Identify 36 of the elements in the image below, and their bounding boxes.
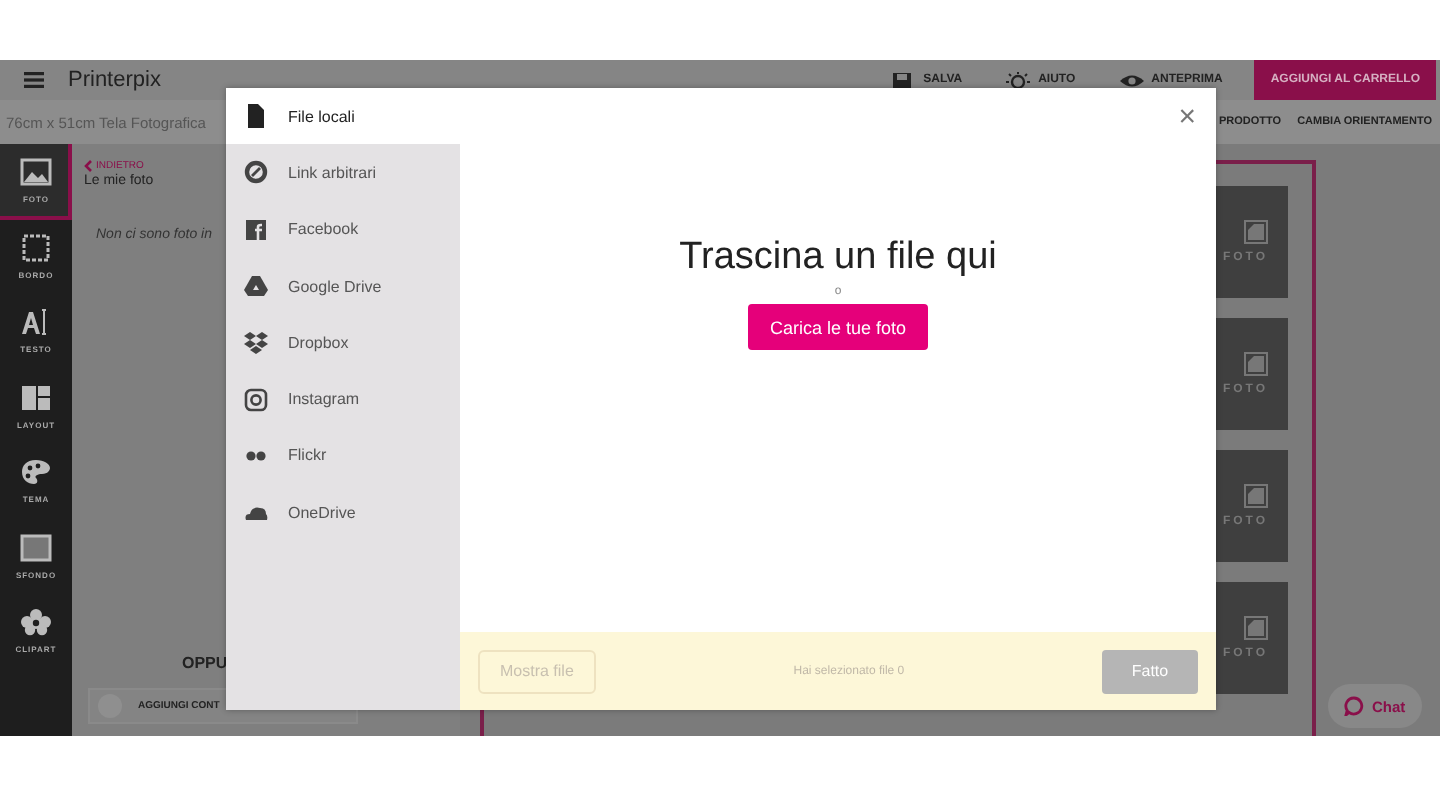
chevron-left-icon — [84, 160, 92, 172]
document-icon — [244, 104, 268, 129]
image-icon — [1244, 352, 1268, 376]
source-tab[interactable]: Flickr — [226, 427, 460, 485]
source-tab[interactable]: OneDrive — [226, 484, 460, 541]
or-label: OPPU — [182, 654, 228, 672]
floppy-icon — [891, 71, 916, 89]
camera-icon — [244, 387, 268, 412]
boxes-icon — [244, 330, 268, 355]
upload-button[interactable]: Carica le tue foto — [747, 304, 929, 350]
menu-icon — [24, 72, 44, 88]
brand-logo[interactable]: Printerpix — [68, 68, 161, 92]
lightbulb-icon — [1006, 71, 1031, 89]
dotted-square-icon — [20, 233, 52, 262]
close-button[interactable]: × — [1174, 101, 1200, 131]
image-icon — [1244, 484, 1268, 508]
triangle-icon — [244, 274, 268, 299]
text-cursor-icon — [20, 308, 52, 337]
eye-icon — [1119, 71, 1144, 89]
palette-icon — [20, 458, 52, 487]
source-tab[interactable]: Link arbitrari — [226, 144, 460, 202]
source-tab[interactable]: Facebook — [226, 201, 460, 258]
flower-icon — [20, 608, 52, 637]
grid-layout-icon — [20, 383, 52, 412]
speech-bubble-icon — [1344, 696, 1364, 716]
drop-title: Trascina un file qui — [679, 236, 997, 280]
filled-square-icon — [20, 533, 52, 562]
source-tab[interactable]: Instagram — [226, 370, 460, 428]
picture-icon — [20, 158, 52, 187]
ring-icon — [244, 160, 268, 185]
image-icon — [1244, 616, 1268, 640]
image-icon — [1244, 220, 1268, 244]
source-tab[interactable]: Dropbox — [226, 314, 460, 371]
source-tab[interactable]: Google Drive — [226, 257, 460, 315]
source-tab[interactable]: File locali — [226, 88, 460, 145]
letter-f-icon — [244, 217, 268, 242]
